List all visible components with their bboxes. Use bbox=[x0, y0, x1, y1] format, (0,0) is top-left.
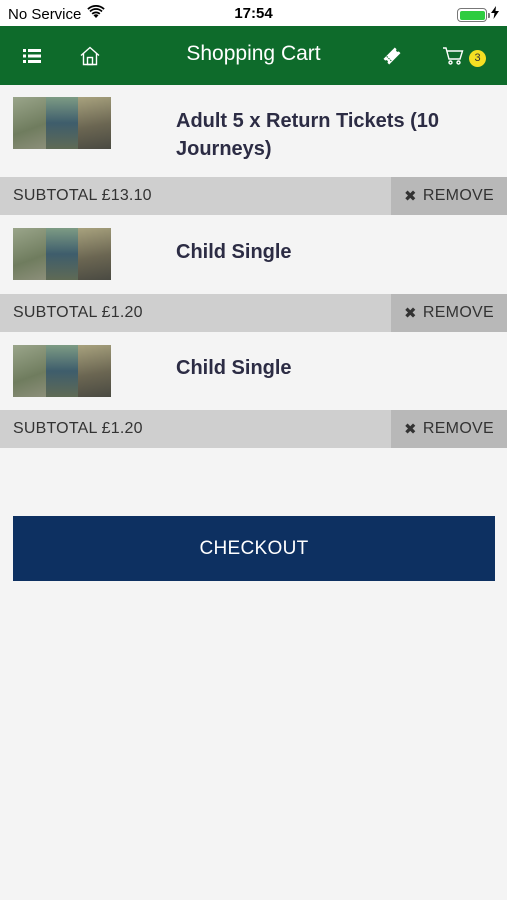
close-icon: ✖ bbox=[403, 188, 417, 205]
cart-count-badge: 3 bbox=[469, 50, 486, 67]
subtotal-text: SUBTOTAL £13.10 bbox=[13, 187, 152, 204]
remove-label: REMOVE bbox=[422, 420, 495, 437]
item-title: Child Single bbox=[176, 357, 292, 379]
status-time: 17:54 bbox=[234, 5, 273, 22]
cart-icon[interactable] bbox=[437, 40, 469, 72]
subtotal-text: SUBTOTAL £1.20 bbox=[13, 420, 143, 437]
charging-icon bbox=[491, 6, 499, 24]
status-right bbox=[457, 6, 499, 24]
remove-label: REMOVE bbox=[422, 187, 495, 204]
cart-item: Child Single bbox=[0, 215, 507, 293]
remove-button[interactable]: ✖ REMOVE bbox=[391, 177, 507, 215]
close-icon: ✖ bbox=[403, 421, 417, 438]
item-title: Adult 5 x Return Tickets (10 Journeys) bbox=[176, 110, 440, 160]
item-title: Child Single bbox=[176, 241, 292, 263]
remove-button[interactable]: ✖ REMOVE bbox=[391, 410, 507, 448]
battery-icon bbox=[457, 8, 490, 22]
product-image bbox=[13, 97, 111, 149]
subtotal-bar: SUBTOTAL £1.20 ✖ REMOVE bbox=[0, 294, 507, 332]
remove-button[interactable]: ✖ REMOVE bbox=[391, 294, 507, 332]
status-bar: No Service 17:54 bbox=[0, 0, 507, 26]
subtotal-bar: SUBTOTAL £13.10 ✖ REMOVE bbox=[0, 177, 507, 215]
checkout-button[interactable]: CHECKOUT bbox=[13, 516, 495, 581]
close-icon: ✖ bbox=[403, 305, 417, 322]
remove-label: REMOVE bbox=[422, 304, 495, 321]
ticket-icon[interactable] bbox=[376, 40, 408, 72]
subtotal-text: SUBTOTAL £1.20 bbox=[13, 304, 143, 321]
subtotal-bar: SUBTOTAL £1.20 ✖ REMOVE bbox=[0, 410, 507, 448]
nav-bar: Shopping Cart 3 bbox=[0, 26, 507, 85]
product-image bbox=[13, 228, 111, 280]
product-image bbox=[13, 345, 111, 397]
cart-item: Child Single bbox=[0, 332, 507, 410]
cart-item: Adult 5 x Return Tickets (10 Journeys) bbox=[0, 85, 507, 177]
page-title: Shopping Cart bbox=[186, 42, 321, 65]
